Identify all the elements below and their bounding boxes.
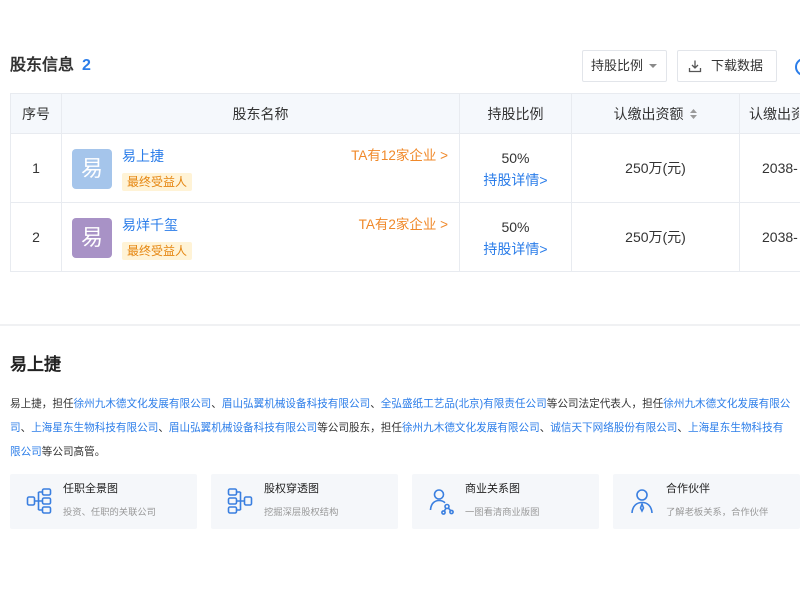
- summary-text: 、: [539, 422, 551, 434]
- card-equity-penetration[interactable]: 股权穿透图 挖掘深层股权结构: [211, 474, 398, 529]
- card-title: 合作伙伴: [666, 483, 710, 495]
- company-link[interactable]: 眉山弘翼机械设备科技有限公司: [222, 398, 370, 410]
- shareholder-count: 2: [82, 57, 91, 74]
- column-header-date: 认缴出资: [740, 94, 800, 134]
- shareholder-name-link[interactable]: 易烊千玺: [122, 216, 178, 234]
- shareholder-name-link[interactable]: 易上捷: [122, 147, 164, 165]
- beneficiary-badge: 最终受益人: [122, 242, 193, 260]
- summary-text: 等公司法定代表人，担任: [546, 398, 664, 410]
- table-row: 1 易 易上捷 最终受益人 TA有12家企业 > 50% 持股详情> 250万(…: [11, 134, 800, 203]
- shareholder-cell: 易 易上捷 最终受益人 TA有12家企业 >: [62, 134, 460, 203]
- shareholder-table: 序号 股东名称 持股比例 认缴出资额 认缴出资 1 易 易上捷 最终受益人 TA…: [10, 93, 800, 272]
- download-icon: [688, 60, 702, 73]
- org-tree-icon: [26, 488, 52, 514]
- ratio-cell: 50% 持股详情>: [460, 134, 572, 203]
- summary-text: 、: [677, 422, 688, 434]
- row-index: 2: [11, 203, 62, 272]
- section-header: 股东信息 2: [10, 50, 91, 82]
- profile-summary: 易上捷，担任徐州九木德文化发展有限公司、眉山弘翼机械设备科技有限公司、全弘盛纸工…: [10, 392, 800, 464]
- summary-text: 等公司股东，担任: [317, 422, 402, 434]
- summary-line: 易上捷，担任徐州九木德文化发展有限公司、眉山弘翼机械设备科技有限公司、全弘盛纸工…: [10, 392, 800, 416]
- profile-name: 易上捷: [10, 355, 61, 374]
- company-link[interactable]: 上海星东生物科技有限公司: [31, 422, 158, 434]
- card-partners[interactable]: 合作伙伴 了解老板关系，合作伙伴: [613, 474, 800, 529]
- caret-down-icon: [649, 64, 658, 68]
- shareholder-cell: 易 易烊千玺 最终受益人 TA有2家企业 >: [62, 203, 460, 272]
- ratio-detail-link[interactable]: 持股详情>: [483, 169, 547, 191]
- sort-dropdown-label: 持股比例: [591, 58, 644, 73]
- summary-text: 易上捷，担任: [10, 398, 74, 410]
- subscribed-amount: 250万(元): [572, 134, 740, 203]
- relation-network-icon: [429, 489, 454, 515]
- card-title: 商业关系图: [465, 483, 520, 495]
- company-link[interactable]: 诚信天下网络股份有限公司: [550, 422, 677, 434]
- company-link[interactable]: 全弘盛纸工艺品(北京)有限责任公司: [381, 398, 547, 410]
- table-header-row: 序号 股东名称 持股比例 认缴出资额 认缴出资: [11, 94, 800, 134]
- subscribed-amount: 250万(元): [572, 203, 740, 272]
- download-data-button[interactable]: 下载数据: [677, 50, 777, 82]
- ratio-value: 50%: [501, 219, 530, 235]
- column-header-amount-label: 认缴出资额: [613, 105, 684, 122]
- card-subtitle: 一图看清商业版图: [465, 507, 540, 517]
- ratio-cell: 50% 持股详情>: [460, 203, 572, 272]
- company-link[interactable]: 上海星东生物科技有: [688, 422, 783, 434]
- row-index: 1: [11, 134, 62, 203]
- summary-text: 、: [20, 422, 32, 434]
- subscribed-date-cell: 2038-: [740, 134, 800, 203]
- avatar[interactable]: 易: [72, 149, 112, 189]
- related-companies-link[interactable]: TA有2家企业 >: [359, 216, 448, 234]
- ratio-detail-link[interactable]: 持股详情>: [483, 238, 547, 260]
- table-row: 2 易 易烊千玺 最终受益人 TA有2家企业 > 50% 持股详情> 250万(…: [11, 203, 800, 272]
- subscribed-date: 2038-: [762, 160, 798, 176]
- column-header-shareholder: 股东名称: [62, 94, 460, 134]
- summary-text: 、: [158, 422, 169, 434]
- column-header-amount[interactable]: 认缴出资额: [572, 94, 740, 134]
- card-subtitle: 了解老板关系，合作伙伴: [666, 507, 769, 517]
- card-position-overview[interactable]: 任职全景图 投资、任职的关联公司: [10, 474, 197, 529]
- company-link[interactable]: 司: [10, 422, 21, 434]
- ratio-value: 50%: [501, 150, 530, 166]
- card-title: 股权穿透图: [264, 483, 319, 495]
- sort-dropdown[interactable]: 持股比例: [582, 50, 667, 82]
- sort-icon[interactable]: [689, 108, 698, 120]
- download-data-label: 下载数据: [711, 58, 764, 73]
- related-companies-link[interactable]: TA有12家企业 >: [351, 147, 448, 165]
- card-business-relations[interactable]: 商业关系图 一图看清商业版图: [412, 474, 599, 529]
- circle-icon[interactable]: [794, 58, 800, 76]
- company-link[interactable]: 徐州九木德文化发展有限公司: [402, 422, 540, 434]
- summary-line: 司、上海星东生物科技有限公司、眉山弘翼机械设备科技有限公司等公司股东，担任徐州九…: [10, 416, 800, 440]
- avatar[interactable]: 易: [72, 218, 112, 258]
- equity-structure-icon: [227, 488, 253, 514]
- subscribed-date-cell: 2038-: [740, 203, 800, 272]
- card-subtitle: 投资、任职的关联公司: [63, 507, 156, 517]
- column-header-date-label: 认缴出资: [749, 105, 799, 122]
- subscribed-date: 2038-: [762, 229, 798, 245]
- beneficiary-badge: 最终受益人: [122, 173, 193, 191]
- summary-text: 等公司高管。: [41, 446, 106, 458]
- column-header-index: 序号: [11, 94, 62, 134]
- company-link[interactable]: 徐州九木德文化发展有限公司: [74, 398, 212, 410]
- section-divider: [0, 324, 800, 326]
- summary-text: 、: [370, 398, 381, 410]
- section-title: 股东信息: [10, 57, 75, 74]
- partner-person-icon: [631, 489, 653, 514]
- card-subtitle: 挖掘深层股权结构: [264, 507, 339, 517]
- column-header-ratio: 持股比例: [460, 94, 572, 134]
- summary-line: 限公司等公司高管。: [10, 440, 800, 464]
- summary-text: 、: [211, 398, 222, 410]
- card-title: 任职全景图: [63, 483, 118, 495]
- company-link[interactable]: 眉山弘翼机械设备科技有限公司: [169, 422, 317, 434]
- company-link[interactable]: 限公司: [10, 446, 42, 458]
- company-link[interactable]: 徐州九木德文化发展有限公: [663, 398, 790, 410]
